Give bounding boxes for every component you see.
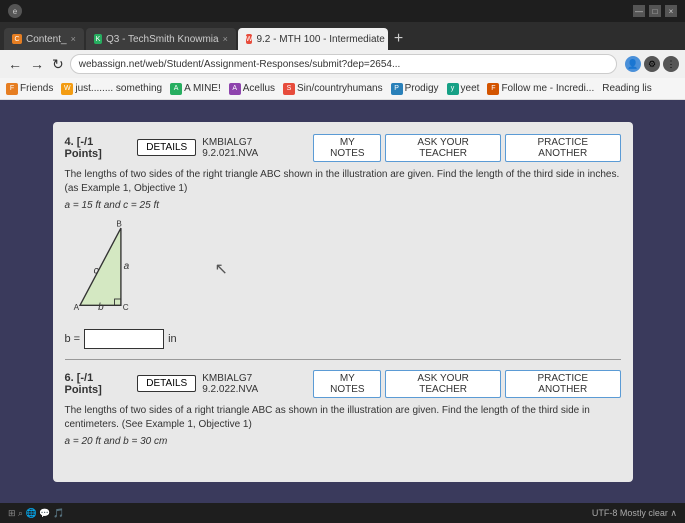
svg-text:A: A [73,302,79,311]
bookmarks-bar: F Friends W just........ something A A M… [0,78,685,100]
tab1-favicon: C [12,34,22,44]
bookmark-yeet[interactable]: y yeet [447,83,480,95]
bookmark-prodigy-icon: P [391,83,403,95]
tab-content[interactable]: C Content_ × [4,28,84,50]
question4-given-values: a = 15 ft and c = 25 ft [65,200,621,211]
nav-bar: ← → ↻ webassign.net/web/Student/Assignme… [0,50,685,78]
tab2-favicon: K [94,34,102,44]
tab3-label: 9.2 - MTH 100 - Intermediate C... [256,34,387,45]
question4-my-notes-button[interactable]: MY NOTES [313,134,381,162]
assignment-panel: 4. [-/1 Points] DETAILS KMBIALG7 9.2.021… [53,122,633,482]
svg-text:B: B [116,219,122,228]
question4-diagram-area: c b a A B C ↖ [65,219,621,319]
bookmark-follow[interactable]: F Follow me - Incredi... [487,83,594,95]
question6-points: 6. [-/1 Points] [65,372,132,396]
tab2-close[interactable]: × [223,34,228,44]
close-button[interactable]: × [665,5,677,17]
bookmark-prodigy[interactable]: P Prodigy [391,83,439,95]
tab2-label: Q3 - TechSmith Knowmia [106,34,219,45]
bookmark-sin[interactable]: S Sin/countryhumans [283,83,383,95]
bookmark-acellus[interactable]: A Acellus [229,83,275,95]
question-divider [65,359,621,360]
question6-right-buttons: MY NOTES ASK YOUR TEACHER PRACTICE ANOTH… [313,370,620,398]
bookmark-friends-icon: F [6,83,18,95]
question4-header: 4. [-/1 Points] DETAILS KMBIALG7 9.2.021… [65,134,621,162]
question6-practice-button[interactable]: PRACTICE ANOTHER [505,370,621,398]
browser-chrome: e — □ × C Content_ × K Q3 - TechSmith Kn… [0,0,685,100]
bookmark-yeet-icon: y [447,83,459,95]
question6-given-values: a = 20 ft and b = 30 cm [65,436,621,447]
question4-ask-teacher-button[interactable]: ASK YOUR TEACHER [385,134,501,162]
minimize-button[interactable]: — [633,5,645,17]
reload-button[interactable]: ↻ [50,56,66,73]
tab-math-active[interactable]: W 9.2 - MTH 100 - Intermediate C... × [238,28,388,50]
bookmark-follow-icon: F [487,83,499,95]
svg-text:C: C [122,302,128,311]
question4-text: The lengths of two sides of the right tr… [65,168,621,196]
question6-my-notes-button[interactable]: MY NOTES [313,370,381,398]
taskbar-icons: ⊞ ⌕ 🌐 💬 🎵 [8,508,64,519]
question4-points: 4. [-/1 Points] [65,136,132,160]
question6-details-button[interactable]: DETAILS [137,375,196,392]
question4-answer-input[interactable] [84,329,164,349]
question4-answer-area: b = in [65,329,621,349]
menu-icon[interactable]: ⋮ [663,56,679,72]
extensions-icon[interactable]: ⚙ [644,56,660,72]
bookmark-mine-label: A MINE! [184,83,221,94]
bookmark-mine-icon: A [170,83,182,95]
window-controls: — □ × [633,5,677,17]
svg-text:a: a [123,261,129,272]
bookmark-follow-label: Follow me - Incredi... [501,83,594,94]
question6-ask-teacher-button[interactable]: ASK YOUR TEACHER [385,370,501,398]
bookmark-sin-icon: S [283,83,295,95]
bookmark-just-label: just........ something [75,83,162,94]
question6-header: 6. [-/1 Points] DETAILS KMBIALG7 9.2.022… [65,370,621,398]
address-bar[interactable]: webassign.net/web/Student/Assignment-Res… [70,54,617,74]
question4-section: 4. [-/1 Points] DETAILS KMBIALG7 9.2.021… [65,134,621,349]
question4-practice-button[interactable]: PRACTICE ANOTHER [505,134,621,162]
question4-answer-prefix: b = [65,333,81,345]
bookmark-reading-label: Reading lis [602,83,651,94]
forward-button[interactable]: → [28,56,46,72]
tab-knowmia[interactable]: K Q3 - TechSmith Knowmia × [86,28,236,50]
back-button[interactable]: ← [6,56,24,72]
bookmark-sin-label: Sin/countryhumans [297,83,383,94]
question4-details-button[interactable]: DETAILS [137,139,196,156]
title-bar: e — □ × [0,0,685,22]
question6-text: The lengths of two sides of a right tria… [65,404,621,432]
bookmark-reading[interactable]: Reading lis [602,83,651,94]
bookmark-friends-label: Friends [20,83,53,94]
bookmark-acellus-icon: A [229,83,241,95]
tab1-close[interactable]: × [71,34,76,44]
svg-text:b: b [98,301,104,312]
page-content: 4. [-/1 Points] DETAILS KMBIALG7 9.2.021… [0,100,685,503]
profile-icon[interactable]: 👤 [625,56,641,72]
maximize-button[interactable]: □ [649,5,661,17]
bookmark-just-icon: W [61,83,73,95]
question4-answer-unit: in [168,333,177,345]
status-text: UTF-8 Mostly clear ∧ [592,508,677,519]
bookmark-acellus-label: Acellus [243,83,275,94]
cursor-indicator: ↖ [215,259,228,279]
bookmark-friends[interactable]: F Friends [6,83,53,95]
tab1-label: Content_ [26,34,67,45]
browser-icon: e [8,4,22,18]
question6-section: 6. [-/1 Points] DETAILS KMBIALG7 9.2.022… [65,370,621,447]
bookmark-yeet-label: yeet [461,83,480,94]
question4-code: KMBIALG7 9.2.021.NVA [202,137,307,159]
nav-icons: 👤 ⚙ ⋮ [625,56,679,72]
tab-bar: C Content_ × K Q3 - TechSmith Knowmia × … [0,22,685,50]
bookmark-prodigy-label: Prodigy [405,83,439,94]
question6-code: KMBIALG7 9.2.022.NVA [202,373,307,395]
bookmark-mine[interactable]: A A MINE! [170,83,221,95]
address-text: webassign.net/web/Student/Assignment-Res… [79,59,401,70]
svg-text:c: c [93,265,98,276]
new-tab-button[interactable]: + [390,30,407,48]
tab3-favicon: W [246,34,253,44]
taskbar: ⊞ ⌕ 🌐 💬 🎵 UTF-8 Mostly clear ∧ [0,503,685,523]
triangle-diagram: c b a A B C [65,219,195,319]
question4-right-buttons: MY NOTES ASK YOUR TEACHER PRACTICE ANOTH… [313,134,620,162]
bookmark-just[interactable]: W just........ something [61,83,162,95]
